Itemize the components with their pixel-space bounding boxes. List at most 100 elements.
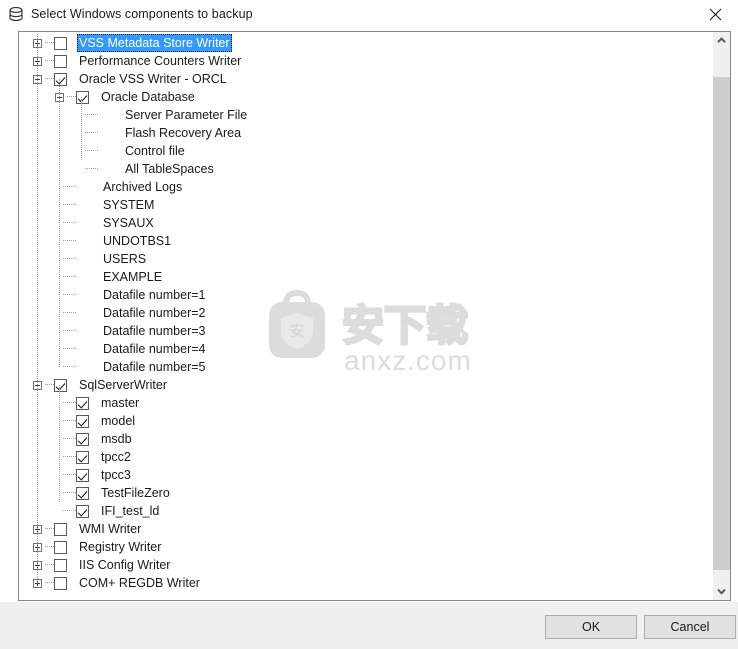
tree-item-label: SqlServerWriter [79, 378, 167, 392]
tree-item[interactable]: tpcc2 [19, 448, 713, 466]
tree-item-checkbox[interactable] [76, 432, 89, 446]
tree-connector [61, 214, 76, 232]
tree-item[interactable]: SYSAUX [19, 214, 713, 232]
tree-item[interactable]: Archived Logs [19, 178, 713, 196]
tree-item[interactable]: Server Parameter File [19, 106, 713, 124]
tree-item[interactable]: SqlServerWriter [19, 376, 713, 394]
tree-connector [83, 142, 98, 160]
tree-item[interactable]: Datafile number=4 [19, 340, 713, 358]
tree-item[interactable]: Performance Counters Writer [19, 52, 713, 70]
scroll-up-button[interactable] [713, 32, 730, 49]
tree-item-label: WMI Writer [79, 522, 142, 536]
tree-item-label: tpcc3 [101, 468, 131, 482]
tree-item[interactable]: IIS Config Writer [19, 556, 713, 574]
tree-item[interactable]: master [19, 394, 713, 412]
tree-item-checkbox[interactable] [76, 414, 89, 428]
tree-item-label: Datafile number=5 [103, 360, 206, 374]
tree-item-checkbox[interactable] [54, 540, 67, 554]
tree-item[interactable]: USERS [19, 250, 713, 268]
tree-item-label: msdb [101, 432, 132, 446]
tree-item-checkbox[interactable] [54, 576, 67, 590]
tree-item-label: Control file [125, 144, 185, 158]
tree-item[interactable]: WMI Writer [19, 520, 713, 538]
tree-item[interactable]: SYSTEM [19, 196, 713, 214]
vertical-scrollbar[interactable] [712, 32, 730, 600]
tree-item[interactable]: EXAMPLE [19, 268, 713, 286]
tree-connector [45, 70, 54, 88]
tree-connector [61, 178, 76, 196]
tree-item-checkbox[interactable] [76, 486, 89, 500]
tree-item-label: Flash Recovery Area [125, 126, 242, 140]
tree-item-label: COM+ REGDB Writer [79, 576, 200, 590]
tree-item-label: USERS [103, 252, 147, 266]
scroll-thumb[interactable] [713, 77, 730, 570]
tree-item-checkbox[interactable] [54, 522, 67, 536]
tree-item[interactable]: Datafile number=3 [19, 322, 713, 340]
scroll-down-button[interactable] [713, 583, 730, 600]
tree-item-checkbox[interactable] [76, 468, 89, 482]
tree-connector [45, 538, 54, 556]
tree-item-checkbox[interactable] [54, 36, 67, 50]
tree-item[interactable]: tpcc3 [19, 466, 713, 484]
tree-item-checkbox[interactable] [76, 450, 89, 464]
checkbox-spacer [76, 322, 89, 340]
cancel-button[interactable]: Cancel [644, 615, 736, 639]
tree-item[interactable]: All TableSpaces [19, 160, 713, 178]
tree-item[interactable]: Datafile number=1 [19, 286, 713, 304]
checkbox-spacer [76, 340, 89, 358]
tree-item[interactable]: Flash Recovery Area [19, 124, 713, 142]
tree-item-label: SYSTEM [103, 198, 155, 212]
chevron-up-icon [717, 37, 726, 43]
checkbox-spacer [76, 214, 89, 232]
checkbox-spacer [76, 178, 89, 196]
tree-item[interactable]: IFI_test_ld [19, 502, 713, 520]
tree-item-label: TestFileZero [101, 486, 170, 500]
tree-item-checkbox[interactable] [76, 504, 89, 518]
checkbox-spacer [76, 250, 89, 268]
tree-connector [61, 286, 76, 304]
tree-item[interactable]: Control file [19, 142, 713, 160]
tree-item[interactable]: VSS Metadata Store Writer [19, 34, 713, 52]
tree-item[interactable]: Datafile number=5 [19, 358, 713, 376]
tree-item-checkbox[interactable] [76, 396, 89, 410]
tree-connector [61, 340, 76, 358]
tree-item[interactable]: TestFileZero [19, 484, 713, 502]
tree-item[interactable]: COM+ REGDB Writer [19, 574, 713, 592]
tree-item[interactable]: model [19, 412, 713, 430]
checkbox-spacer [76, 196, 89, 214]
tree-item-checkbox[interactable] [54, 558, 67, 572]
tree-connector [61, 358, 76, 376]
tree-item-label: UNDOTBS1 [103, 234, 172, 248]
tree-item-label: IFI_test_ld [101, 504, 160, 518]
tree-connector [61, 268, 76, 286]
tree-item[interactable]: Datafile number=2 [19, 304, 713, 322]
close-icon [709, 8, 722, 20]
tree-item-label: Datafile number=2 [103, 306, 206, 320]
tree-item-label: IIS Config Writer [79, 558, 171, 572]
tree-item[interactable]: Oracle VSS Writer - ORCL [19, 70, 713, 88]
tree-item-checkbox[interactable] [54, 54, 67, 68]
close-button[interactable] [693, 0, 738, 28]
ok-button[interactable]: OK [545, 615, 637, 639]
tree-item-label: Archived Logs [103, 180, 183, 194]
tree-item[interactable]: Registry Writer [19, 538, 713, 556]
tree-item[interactable]: Oracle Database [19, 88, 713, 106]
tree-item[interactable]: msdb [19, 430, 713, 448]
tree-item-label: All TableSpaces [125, 162, 214, 176]
tree-connector [45, 34, 54, 52]
tree-item[interactable]: UNDOTBS1 [19, 232, 713, 250]
